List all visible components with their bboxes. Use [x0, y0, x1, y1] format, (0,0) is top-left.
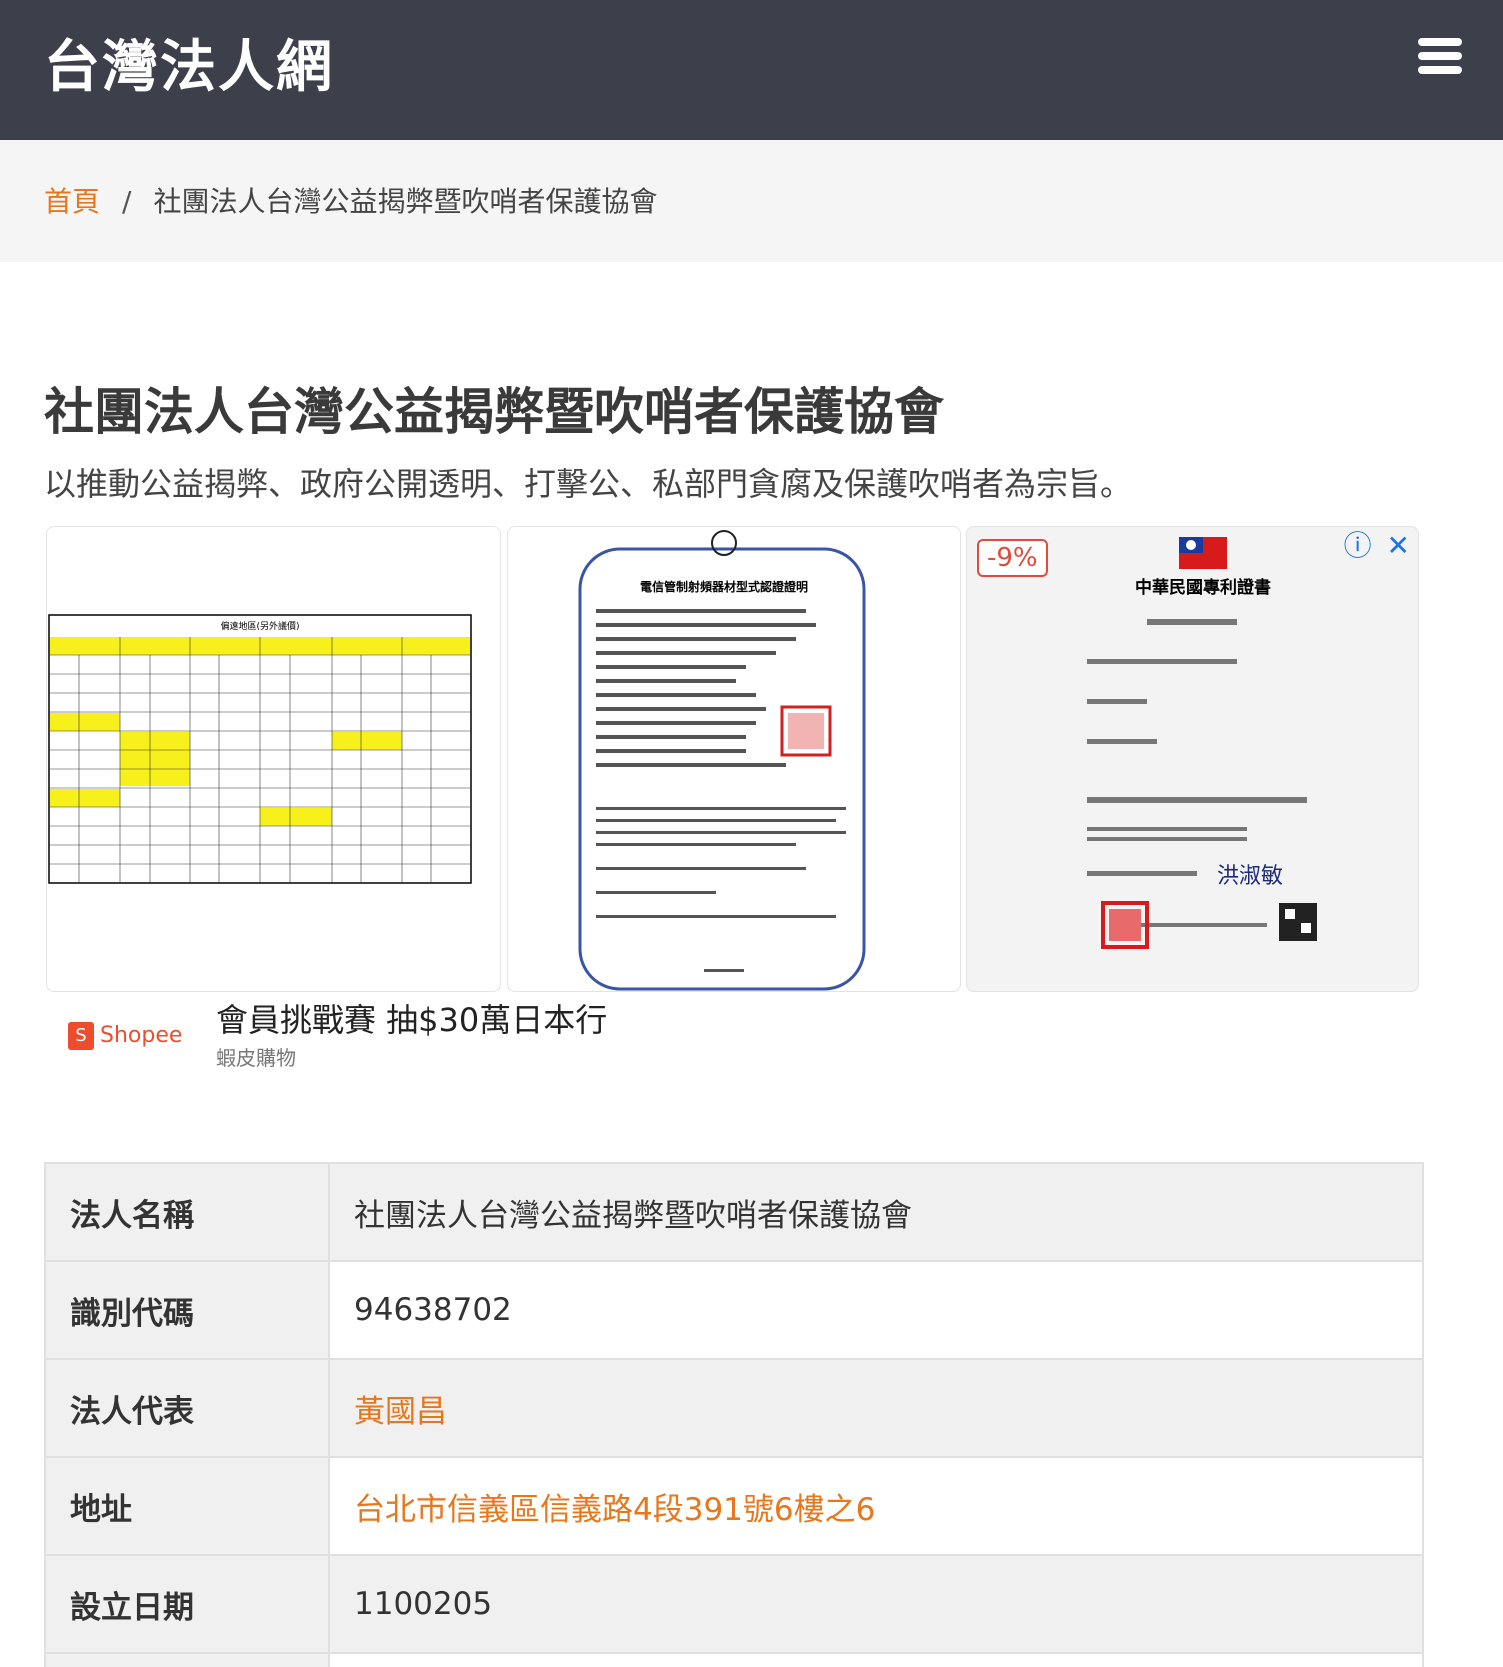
ad-image-patent[interactable]: 中華民國專利證書 洪淑敏 -9% ⓘ ✕ — [966, 526, 1419, 992]
info-key: 設立日期 — [44, 1554, 330, 1654]
table-row: 地址 台北市信義區信義路4段391號6樓之6 — [44, 1456, 1424, 1556]
table-row: 識別代碼 94638702 — [44, 1260, 1424, 1360]
svg-text:洪淑敏: 洪淑敏 — [1217, 864, 1283, 889]
address-link[interactable]: 台北市信義區信義路4段391號6樓之6 — [354, 1492, 875, 1528]
info-value — [328, 1652, 1424, 1667]
ad-headline[interactable]: 會員挑戰賽 抽$30萬日本行 — [216, 1000, 607, 1040]
info-key: 法人代表 — [44, 1358, 330, 1458]
shopping-bag-icon: S — [68, 1022, 94, 1050]
info-key: 識別代碼 — [44, 1260, 330, 1360]
hamburger-menu-icon[interactable] — [1418, 38, 1462, 74]
ad-caption[interactable]: S Shopee 會員挑戰賽 抽$30萬日本行 蝦皮購物 — [46, 1000, 946, 1080]
info-key — [44, 1652, 330, 1667]
ad-image-certificate-title: 電信管制射頻器材型式認證證明 — [640, 579, 808, 594]
top-navbar: 台灣法人網 — [0, 0, 1503, 140]
shopee-logo-text: Shopee — [100, 1023, 183, 1048]
representative-link[interactable]: 黃國昌 — [354, 1394, 447, 1430]
info-value: 1100205 — [328, 1554, 1424, 1654]
ad-image-table[interactable]: 偏遠地區(另外議價) — [46, 526, 501, 992]
table-row — [44, 1652, 1424, 1667]
page-title: 社團法人台灣公益揭弊暨吹哨者保護協會 — [44, 383, 944, 441]
info-key: 地址 — [44, 1456, 330, 1556]
breadcrumb-separator: / — [122, 185, 132, 218]
ad-image-table-title: 偏遠地區(另外議價) — [220, 620, 299, 632]
discount-badge: -9% — [977, 539, 1048, 577]
table-row: 法人名稱 社團法人台灣公益揭弊暨吹哨者保護協會 — [44, 1162, 1424, 1262]
table-row: 設立日期 1100205 — [44, 1554, 1424, 1654]
breadcrumb: 首頁 / 社團法人台灣公益揭弊暨吹哨者保護協會 — [0, 140, 1503, 262]
breadcrumb-home-link[interactable]: 首頁 — [44, 185, 100, 218]
shopee-logo: S Shopee — [68, 1022, 182, 1050]
ad-banner[interactable]: 偏遠地區(另外議價) 電信管制射頻器材型式認證證明 中華民國專利證書 洪淑敏 -… — [46, 526, 1419, 994]
ad-image-certificate[interactable]: 電信管制射頻器材型式認證證明 — [507, 526, 961, 992]
info-key: 法人名稱 — [44, 1162, 330, 1262]
info-value: 94638702 — [328, 1260, 1424, 1360]
breadcrumb-current: 社團法人台灣公益揭弊暨吹哨者保護協會 — [153, 185, 658, 218]
info-table: 法人名稱 社團法人台灣公益揭弊暨吹哨者保護協會 識別代碼 94638702 法人… — [44, 1162, 1424, 1667]
ad-advertiser: 蝦皮購物 — [216, 1046, 296, 1070]
page-description: 以推動公益揭弊、政府公開透明、打擊公、私部門貪腐及保護吹哨者為宗旨。 — [44, 465, 1133, 503]
table-row: 法人代表 黃國昌 — [44, 1358, 1424, 1458]
adchoices-info-icon[interactable]: ⓘ — [1344, 529, 1372, 562]
info-value: 社團法人台灣公益揭弊暨吹哨者保護協會 — [328, 1162, 1424, 1262]
site-brand[interactable]: 台灣法人網 — [44, 34, 334, 102]
ad-close-icon[interactable]: ✕ — [1387, 529, 1410, 562]
ad-image-patent-title: 中華民國專利證書 — [1135, 577, 1271, 598]
